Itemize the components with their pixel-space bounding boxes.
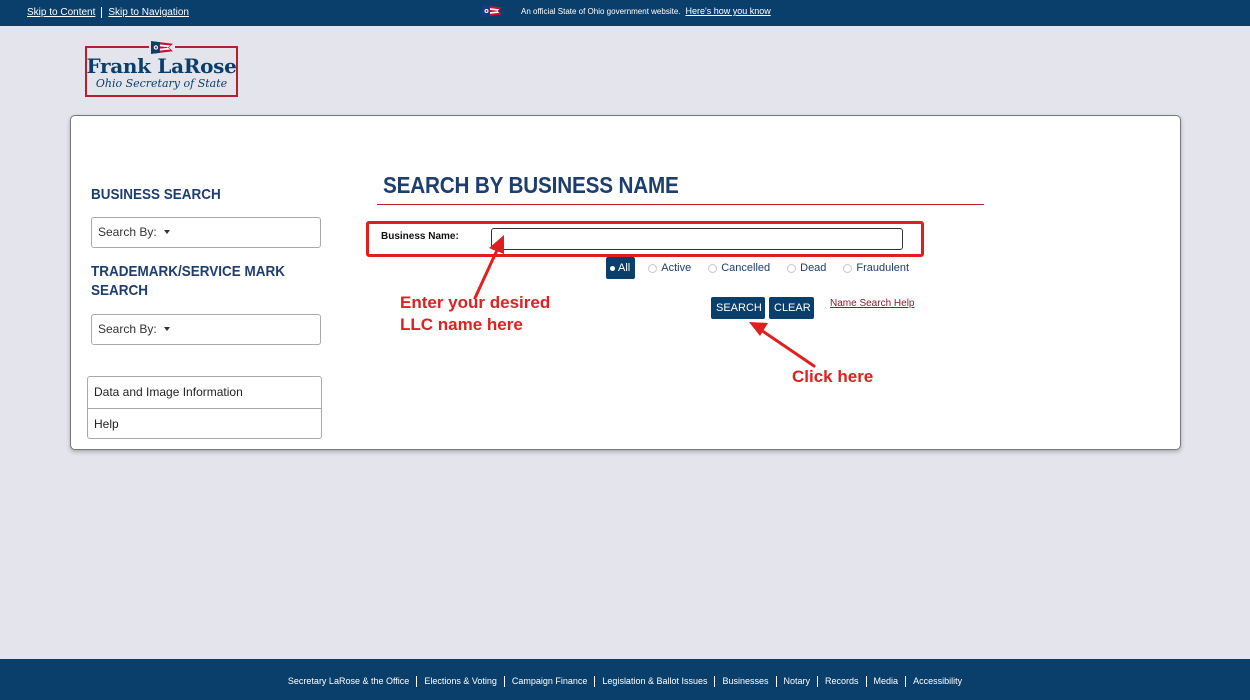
divider (865, 675, 867, 687)
dropdown-label: Search By: (98, 322, 157, 336)
sidebar-links: Data and Image Information Help (87, 376, 322, 439)
annotation-enter-llc-name: Enter your desired LLC name here (400, 292, 550, 336)
status-option-dead[interactable]: Dead (787, 262, 826, 274)
footer-link-businesses[interactable]: Businesses (722, 676, 768, 686)
top-bar: Skip to Content Skip to Navigation An of… (0, 0, 1250, 26)
divider (714, 675, 716, 687)
status-label: Cancelled (721, 262, 771, 274)
status-label: Fraudulent (856, 262, 910, 274)
radio-selected-icon (610, 265, 615, 271)
radio-icon (708, 263, 718, 273)
radio-icon (787, 263, 797, 273)
main-card: BUSINESS SEARCH Search By: TRADEMARK/SER… (70, 115, 1181, 450)
divider (503, 675, 505, 687)
footer-nav: Secretary LaRose & the Office Elections … (0, 659, 1250, 700)
clear-button[interactable]: CLEAR (769, 297, 814, 319)
skip-to-content-link[interactable]: Skip to Content (27, 7, 95, 18)
status-label: Dead (800, 262, 827, 274)
heres-how-you-know-link[interactable]: Here's how you know (686, 6, 771, 16)
status-option-all[interactable]: All (606, 257, 636, 279)
divider (905, 675, 907, 687)
data-and-image-information-link[interactable]: Data and Image Information (88, 377, 321, 408)
official-site-text: An official State of Ohio government web… (521, 6, 681, 16)
divider (775, 675, 777, 687)
skip-links: Skip to Content Skip to Navigation (27, 7, 189, 18)
footer-link-media[interactable]: Media (874, 676, 899, 686)
caret-down-icon (163, 327, 170, 331)
footer-link-office[interactable]: Secretary LaRose & the Office (288, 676, 409, 686)
trademark-search-heading: TRADEMARK/SERVICE MARK SEARCH (91, 262, 285, 300)
business-name-label: Business Name: (381, 231, 459, 242)
status-label: Active (661, 262, 692, 274)
arrow-to-search-icon (749, 322, 816, 368)
logo-subtitle: Ohio Secretary of State (95, 77, 228, 90)
business-search-by-dropdown[interactable]: Search By: (91, 217, 321, 248)
dropdown-label: Search By: (98, 225, 157, 239)
footer-link-records[interactable]: Records (825, 676, 859, 686)
heading-line: TRADEMARK/SERVICE MARK (91, 263, 286, 280)
status-filter: All Active Cancelled Dead Fraudulent (606, 257, 926, 279)
footer-link-campaign-finance[interactable]: Campaign Finance (512, 676, 588, 686)
footer-link-notary[interactable]: Notary (784, 676, 811, 686)
annotation-line: LLC name here (400, 315, 523, 334)
ohio-flag-icon (149, 40, 175, 55)
footer-link-legislation[interactable]: Legislation & Ballot Issues (602, 676, 707, 686)
help-link[interactable]: Help (88, 408, 321, 439)
divider (416, 675, 418, 687)
footer-link-elections[interactable]: Elections & Voting (424, 676, 497, 686)
status-option-cancelled[interactable]: Cancelled (708, 262, 770, 274)
business-search-heading: BUSINESS SEARCH (91, 186, 221, 203)
page-title: SEARCH BY BUSINESS NAME (383, 172, 679, 198)
heading-line: SEARCH (91, 282, 149, 299)
status-label: All (618, 262, 631, 274)
footer-link-accessibility[interactable]: Accessibility (913, 676, 962, 686)
title-divider (377, 204, 984, 205)
search-button[interactable]: SEARCH (711, 297, 765, 319)
status-option-fraudulent[interactable]: Fraudulent (843, 262, 909, 274)
divider (594, 675, 596, 687)
official-site-banner: An official State of Ohio government web… (482, 5, 771, 17)
trademark-search-by-dropdown[interactable]: Search By: (91, 314, 321, 345)
status-option-active[interactable]: Active (648, 262, 691, 274)
name-search-help-link[interactable]: Name Search Help (830, 298, 914, 309)
divider (817, 675, 819, 687)
divider (101, 7, 103, 18)
radio-icon (648, 263, 658, 273)
skip-to-navigation-link[interactable]: Skip to Navigation (108, 7, 189, 18)
annotation-line: Enter your desired (400, 293, 551, 312)
business-name-input[interactable] (491, 228, 903, 250)
logo-name: Frank LaRose (86, 54, 237, 78)
ohio-flag-icon (482, 5, 502, 17)
secretary-of-state-logo[interactable]: Frank LaRose Ohio Secretary of State (85, 40, 239, 97)
radio-icon (843, 263, 853, 273)
annotation-click-here: Click here (792, 367, 874, 386)
caret-down-icon (163, 230, 170, 234)
